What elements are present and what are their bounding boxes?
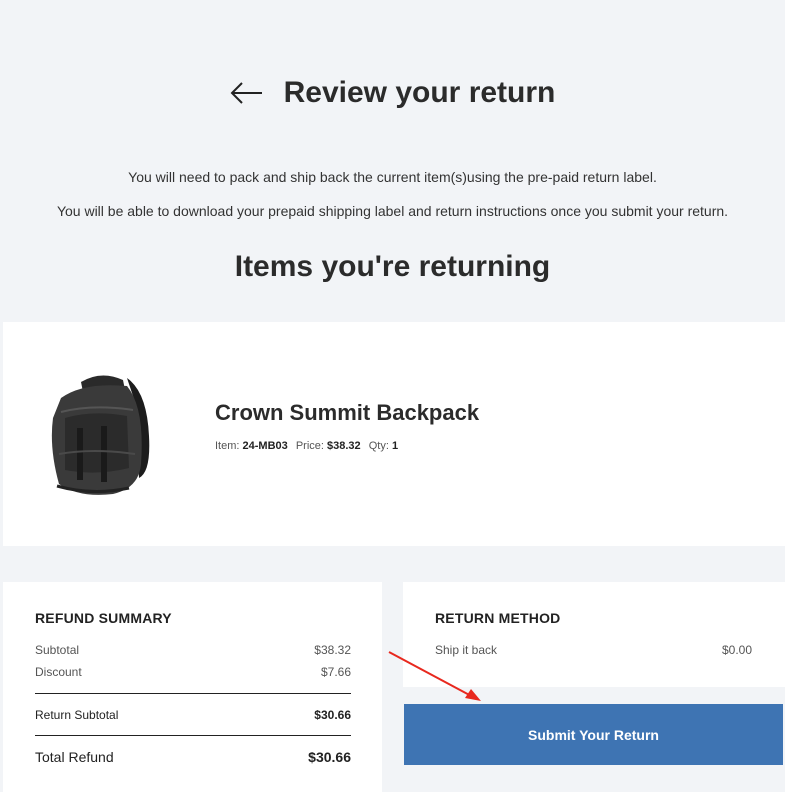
return-method-row: Ship it back $0.00 [435, 643, 752, 657]
refund-summary-card: REFUND SUMMARY Subtotal $38.32 Discount … [3, 582, 382, 792]
submit-return-button[interactable]: Submit Your Return [404, 704, 783, 765]
discount-label: Discount [35, 665, 82, 679]
total-divider [35, 735, 351, 736]
return-method-value: $0.00 [721, 643, 752, 657]
return-method-card: RETURN METHOD Ship it back $0.00 [403, 582, 785, 687]
summary-divider [35, 693, 351, 694]
product-meta: Item: 24-MB03 Price: $38.32 Qty: 1 [215, 440, 398, 452]
discount-row: Discount $7.66 [35, 665, 351, 679]
total-refund-label: Total Refund [35, 749, 114, 765]
intro-text-label: You will be able to download your prepai… [56, 203, 729, 219]
total-refund-value: $30.66 [308, 749, 351, 765]
refund-summary-heading: REFUND SUMMARY [35, 610, 172, 626]
return-subtotal-value: $30.66 [314, 708, 351, 722]
item-price: $38.32 [327, 440, 361, 452]
item-sku: 24-MB03 [242, 440, 288, 452]
return-item-card: Crown Summit Backpack Item: 24-MB03 Pric… [3, 322, 785, 546]
subtotal-label: Subtotal [35, 643, 80, 657]
items-heading: Items you're returning [234, 250, 551, 283]
item-sku-label: Item: [215, 440, 240, 452]
discount-value: $7.66 [320, 665, 351, 679]
item-qty: 1 [391, 440, 399, 452]
return-method-label: Ship it back [435, 643, 498, 657]
page-header: Review your return [0, 76, 785, 110]
intro-text-packing: You will need to pack and ship back the … [128, 169, 657, 185]
return-subtotal-label: Return Subtotal [35, 708, 119, 722]
total-refund-row: Total Refund $30.66 [35, 749, 351, 765]
subtotal-row: Subtotal $38.32 [35, 643, 351, 657]
return-subtotal-row: Return Subtotal $30.66 [35, 708, 351, 722]
backpack-product-image [51, 375, 150, 495]
page-title: Review your return [283, 76, 556, 109]
back-arrow-icon[interactable] [230, 82, 264, 104]
product-name: Crown Summit Backpack [215, 400, 480, 425]
return-method-heading: RETURN METHOD [435, 610, 561, 626]
item-qty-label: Qty: [368, 440, 389, 452]
subtotal-value: $38.32 [314, 643, 351, 657]
item-price-label: Price: [295, 440, 324, 452]
